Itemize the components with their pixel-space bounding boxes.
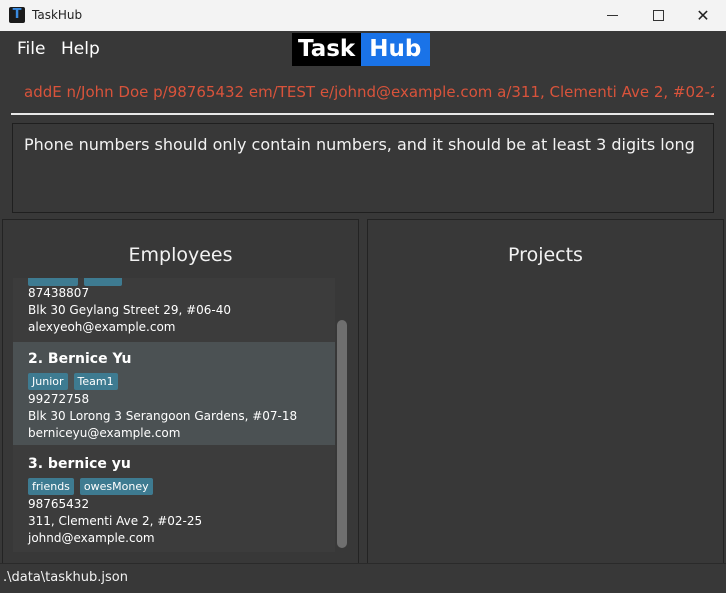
employee-tag <box>28 278 78 286</box>
menu-help[interactable]: Help <box>61 39 100 59</box>
status-file-path: .\data\taskhub.json <box>3 570 128 585</box>
minimize-button[interactable] <box>589 0 635 31</box>
result-message: Phone numbers should only contain number… <box>24 135 695 154</box>
employee-tags: friends owesMoney <box>28 478 153 495</box>
taskhub-logo: Task Hub <box>292 33 431 66</box>
employee-tag: Junior <box>28 373 68 390</box>
taskhub-app-icon: T <box>9 7 25 23</box>
employee-name: 3. bernice yu <box>28 456 131 472</box>
employee-tag: Team1 <box>73 373 118 390</box>
employee-list-scrollbar[interactable] <box>337 320 347 548</box>
employee-tag: owesMoney <box>79 478 153 495</box>
projects-panel: Projects <box>367 219 724 564</box>
employee-card[interactable]: 87438807 Blk 30 Geylang Street 29, #06-4… <box>13 278 335 336</box>
employee-phone: 87438807 <box>28 286 90 300</box>
employee-tags: Junior Team1 <box>28 373 118 390</box>
employee-list[interactable]: 87438807 Blk 30 Geylang Street 29, #06-4… <box>13 278 335 552</box>
minimize-icon <box>606 15 618 16</box>
title-bar[interactable]: T TaskHub ✕ <box>0 0 726 31</box>
maximize-icon <box>652 10 664 21</box>
employee-tag: friends <box>28 478 74 495</box>
logo-task-text: Task <box>292 33 362 66</box>
employee-address: 311, Clementi Ave 2, #02-25 <box>28 514 203 528</box>
employee-email: berniceyu@example.com <box>28 426 181 440</box>
employees-title: Employees <box>128 244 233 266</box>
app-window: T TaskHub ✕ File Help Task Hub addE n/Jo… <box>0 0 726 593</box>
window-title: TaskHub <box>32 8 83 22</box>
employee-tags <box>28 278 122 286</box>
employee-name: 2. Bernice Yu <box>28 351 132 367</box>
employee-phone: 98765432 <box>28 497 90 511</box>
command-input[interactable]: addE n/John Doe p/98765432 em/TEST e/joh… <box>11 71 714 115</box>
employee-email: johnd@example.com <box>28 531 155 545</box>
employee-tag <box>84 278 122 286</box>
menu-file[interactable]: File <box>17 39 45 59</box>
employee-address: Blk 30 Geylang Street 29, #06-40 <box>28 303 232 317</box>
employee-card[interactable]: 2. Bernice Yu Junior Team1 99272758 Blk … <box>13 342 335 445</box>
status-bar: .\data\taskhub.json <box>0 563 726 593</box>
employee-address: Blk 30 Lorong 3 Serangoon Gardens, #07-1… <box>28 409 298 423</box>
close-icon: ✕ <box>696 6 710 25</box>
maximize-button[interactable] <box>635 0 681 31</box>
close-button[interactable]: ✕ <box>680 0 726 31</box>
projects-title: Projects <box>508 244 583 266</box>
employee-phone: 99272758 <box>28 392 90 406</box>
command-input-text: addE n/John Doe p/98765432 em/TEST e/joh… <box>24 83 714 101</box>
logo-hub-text: Hub <box>361 33 431 66</box>
result-display[interactable]: Phone numbers should only contain number… <box>12 123 714 213</box>
employee-card[interactable]: 3. bernice yu friends owesMoney 98765432… <box>13 446 335 550</box>
employee-email: alexyeoh@example.com <box>28 320 176 334</box>
employees-panel: Employees 87438807 Blk 30 Geylang Street… <box>2 219 359 564</box>
